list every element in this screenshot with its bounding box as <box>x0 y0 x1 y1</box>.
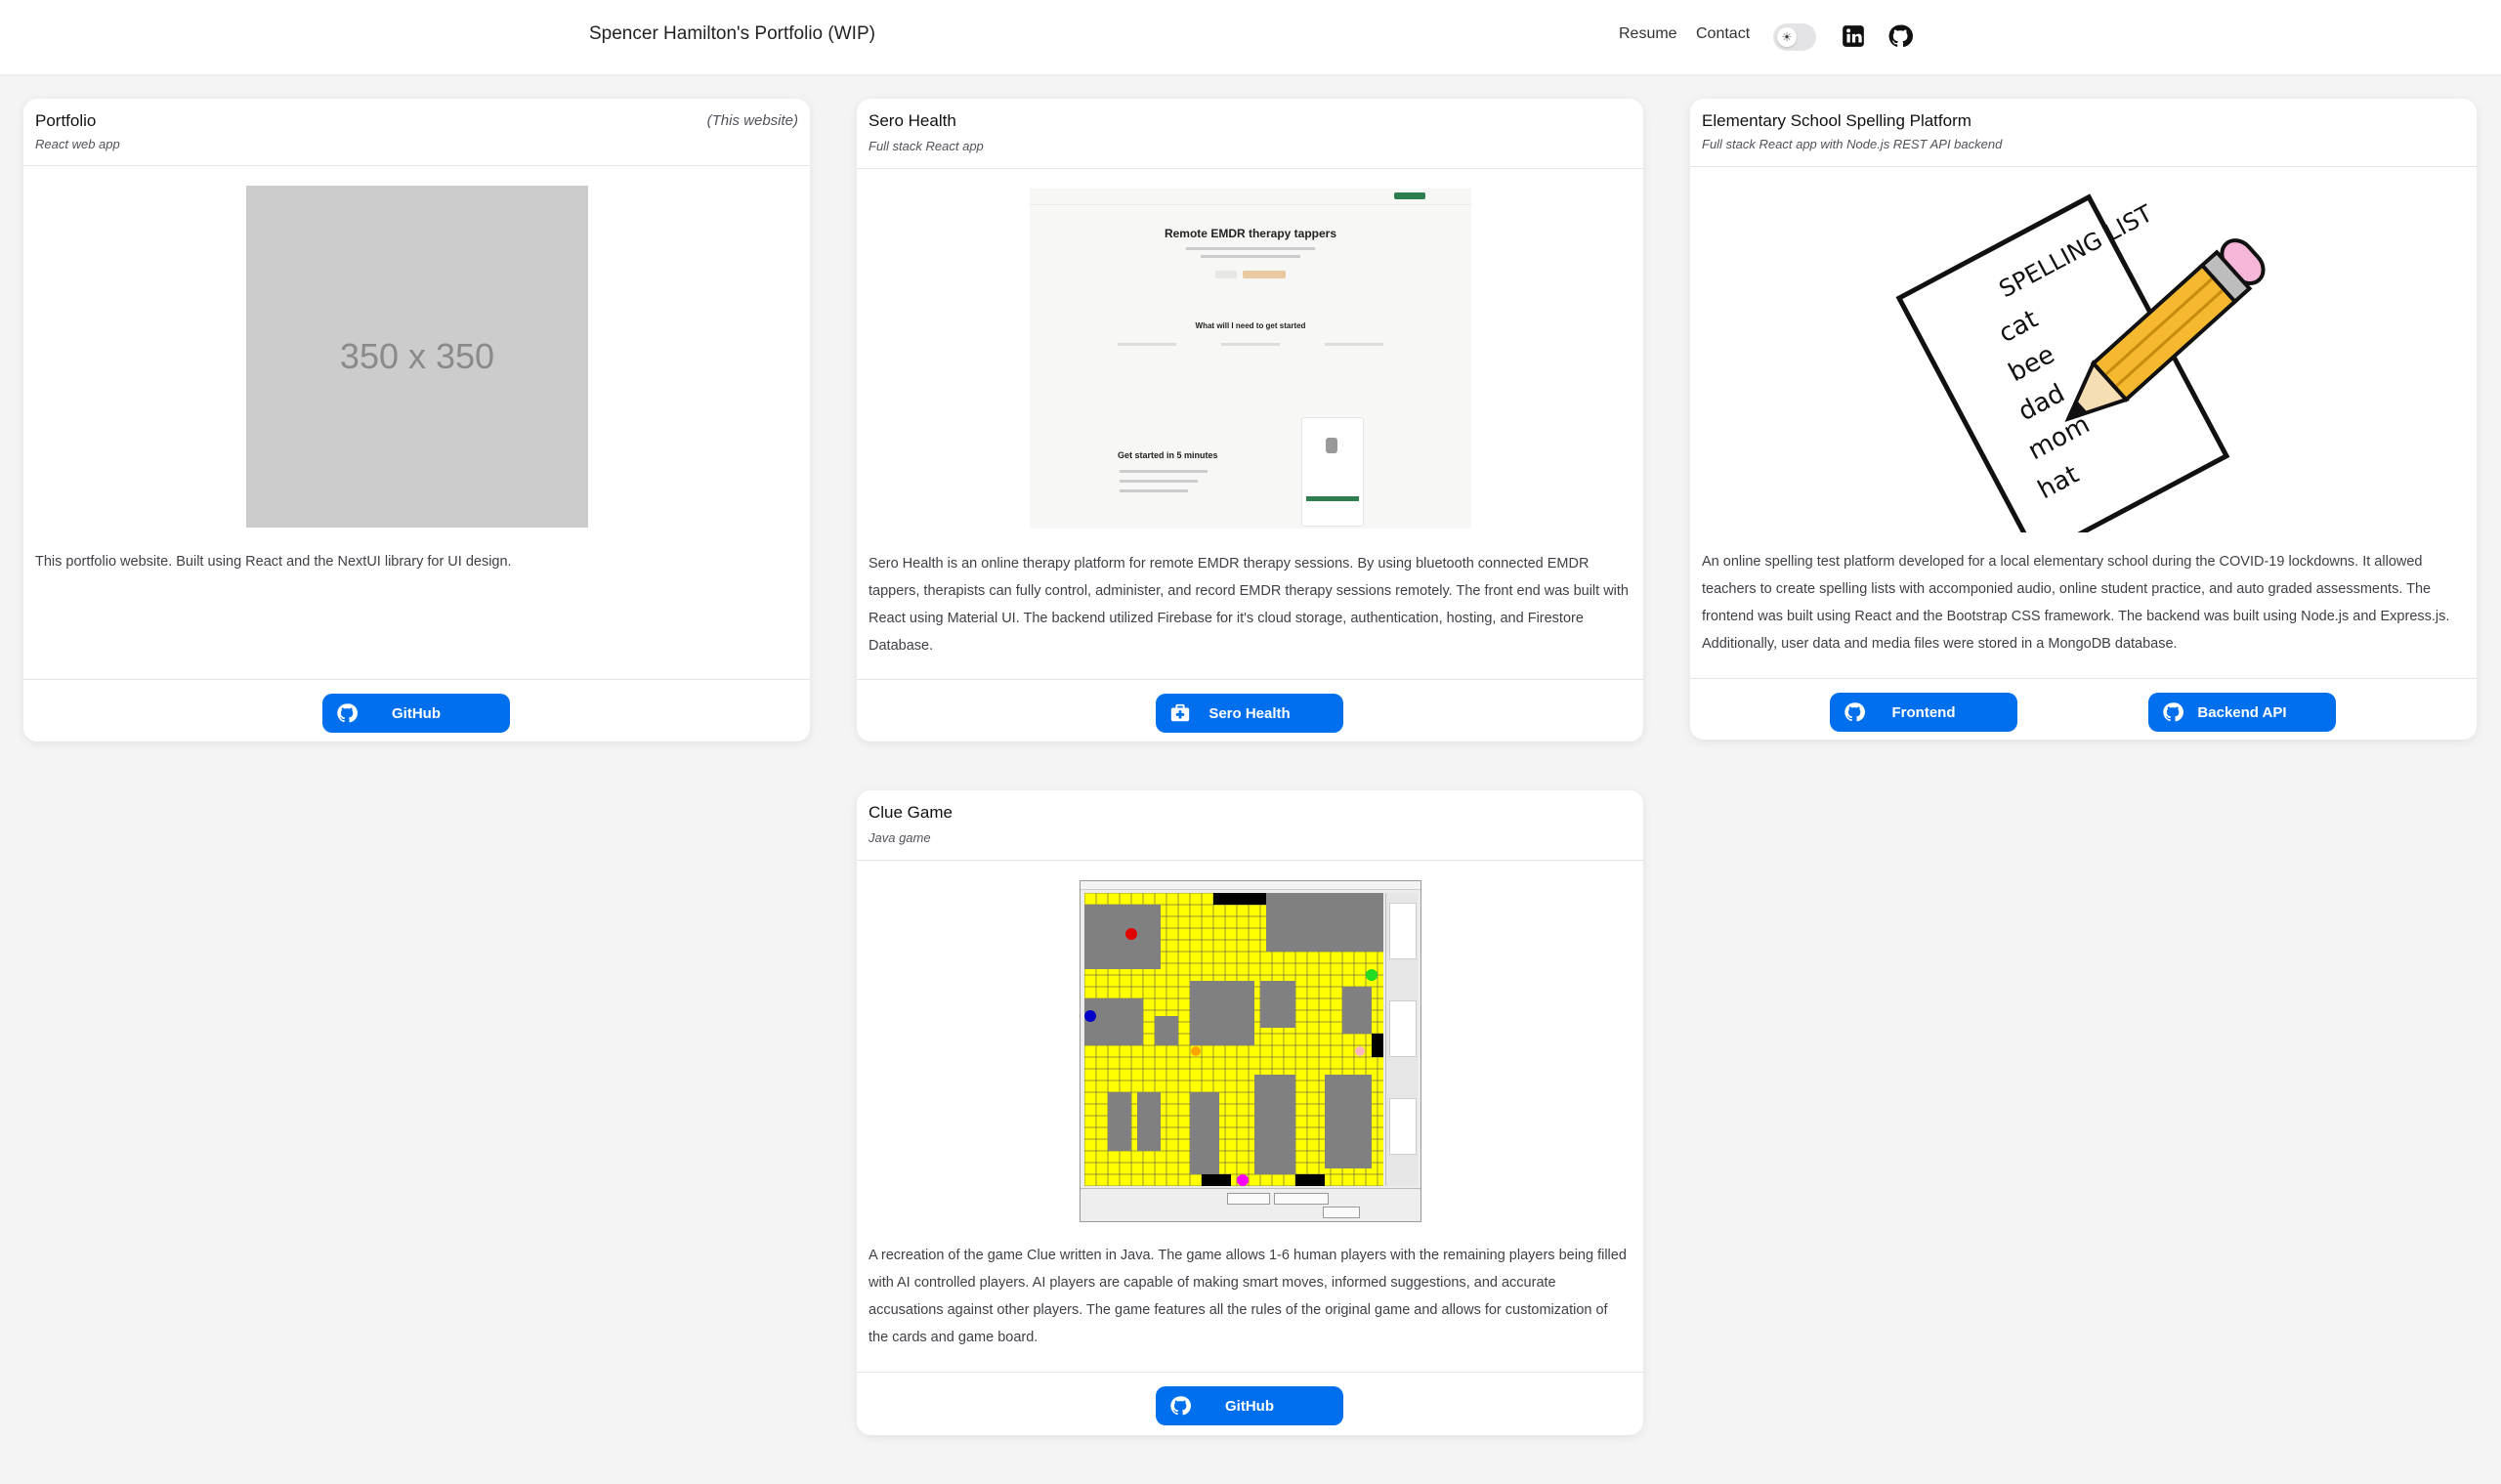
sun-icon: ☀ <box>1777 27 1797 47</box>
sero-line <box>1120 480 1198 483</box>
clue-card-box <box>1389 903 1417 959</box>
card-header: Clue Game Java game <box>857 790 1643 861</box>
backend-api-github-button[interactable]: Backend API <box>2148 693 2336 732</box>
sero-line <box>1120 470 1208 473</box>
button-label: Sero Health <box>1208 704 1291 722</box>
github-icon[interactable] <box>1887 23 1913 49</box>
card-subtitle: Java game <box>869 830 931 845</box>
sero-section: What will I need to get started <box>1195 321 1306 330</box>
card-subtitle: Full stack React app with Node.js REST A… <box>1702 137 2003 151</box>
button-label: Backend API <box>2197 703 2287 721</box>
sero-button-mock <box>1306 496 1359 501</box>
sero-feature <box>1325 343 1383 385</box>
card-aside: (This website) <box>706 112 798 129</box>
button-label: GitHub <box>392 704 441 722</box>
github-icon <box>337 703 358 723</box>
card-footer: GitHub <box>23 679 810 742</box>
clue-card-box <box>1389 1000 1417 1057</box>
card-footer: Sero Health <box>857 679 1643 742</box>
sero-signup-pill <box>1394 192 1425 199</box>
button-label: GitHub <box>1225 1397 1274 1415</box>
nav-link-resume[interactable]: Resume <box>1619 25 1677 43</box>
github-icon <box>1844 702 1865 722</box>
github-icon <box>2163 702 2183 722</box>
card-title: Portfolio <box>35 111 97 130</box>
card-subtitle: Full stack React app <box>869 139 984 153</box>
sero-feature <box>1221 343 1280 385</box>
card-title: Clue Game <box>869 803 953 822</box>
sero-cta: Get started in 5 minutes <box>1118 450 1218 460</box>
navbar: Spencer Hamilton's Portfolio (WIP) Resum… <box>0 0 2501 74</box>
card-header: Elementary School Spelling Platform Full… <box>1690 99 2477 167</box>
button-label: Frontend <box>1891 703 1956 721</box>
accusation-button-mock <box>1274 1193 1329 1205</box>
project-card-spelling-platform: Elementary School Spelling Platform Full… <box>1690 99 2477 740</box>
card-description: An online spelling test platform develop… <box>1702 554 2450 652</box>
sero-line <box>1201 255 1300 258</box>
window-titlebar <box>1081 881 1420 890</box>
clue-board <box>1084 893 1383 1186</box>
placeholder-text: 350 x 350 <box>339 336 495 376</box>
project-card-sero-health: Sero Health Full stack React app Remote … <box>857 99 1643 742</box>
nav-link-contact[interactable]: Contact <box>1696 25 1750 43</box>
card-footer: Frontend Backend API <box>1690 678 2477 740</box>
card-description: Sero Health is an online therapy platfor… <box>869 556 1629 654</box>
medical-kit-icon <box>1170 703 1190 722</box>
sero-phone-mock <box>1301 417 1364 527</box>
sero-device <box>1326 438 1337 453</box>
card-description: A recreation of the game Clue written in… <box>869 1248 1627 1345</box>
sero-pill <box>1243 271 1286 278</box>
clue-card-box <box>1389 1098 1417 1155</box>
clue-side-panel <box>1385 893 1418 1186</box>
github-button[interactable]: GitHub <box>1156 1386 1343 1425</box>
sero-line <box>1120 489 1188 492</box>
card-title: Elementary School Spelling Platform <box>1702 111 1971 130</box>
sero-feature <box>1118 343 1176 385</box>
card-title: Sero Health <box>869 111 956 130</box>
sero-health-button[interactable]: Sero Health <box>1156 694 1343 733</box>
theme-toggle[interactable]: ☀ <box>1773 23 1816 51</box>
card-header: Portfolio React web app (This website) <box>23 99 810 166</box>
sero-pill <box>1215 271 1237 278</box>
site-brand[interactable]: Spencer Hamilton's Portfolio (WIP) <box>589 23 875 45</box>
card-subtitle: React web app <box>35 137 120 151</box>
dice-mock <box>1323 1207 1360 1218</box>
linkedin-icon[interactable] <box>1841 23 1866 49</box>
sero-heading: Remote EMDR therapy tappers <box>1164 227 1337 240</box>
card-footer: GitHub <box>857 1372 1643 1435</box>
frontend-github-button[interactable]: Frontend <box>1830 693 2017 732</box>
project-card-clue-game: Clue Game Java game A recreation of the … <box>857 790 1643 1435</box>
spelling-list-illustration: SPELLING LIST cat bee dad mom hat <box>1895 193 2266 532</box>
project-card-portfolio: Portfolio React web app (This website) 3… <box>23 99 810 742</box>
clue-control-panel <box>1081 1188 1420 1221</box>
github-icon <box>1170 1396 1191 1416</box>
sero-health-screenshot: Remote EMDR therapy tappers What will I … <box>1030 189 1471 529</box>
placeholder-image: 350 x 350 <box>246 186 588 528</box>
next-button-mock <box>1227 1193 1270 1205</box>
github-button[interactable]: GitHub <box>322 694 510 733</box>
card-header: Sero Health Full stack React app <box>857 99 1643 169</box>
clue-game-screenshot <box>1080 880 1421 1222</box>
sero-line <box>1186 247 1315 250</box>
card-description: This portfolio website. Built using Reac… <box>35 554 512 570</box>
